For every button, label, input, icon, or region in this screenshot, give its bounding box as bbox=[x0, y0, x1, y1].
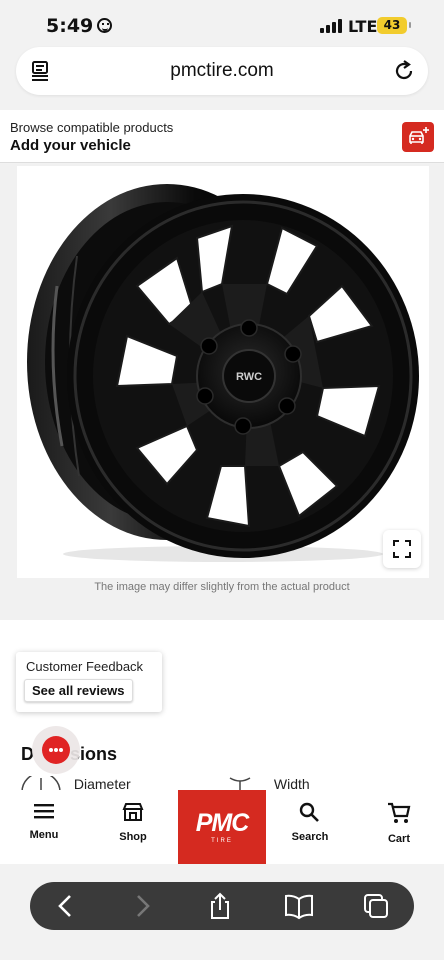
wheel-logo-text: RWC bbox=[236, 371, 262, 383]
share-icon[interactable] bbox=[206, 892, 234, 920]
url-text: pmctire.com bbox=[170, 60, 274, 81]
image-disclaimer: The image may differ slightly from the a… bbox=[94, 581, 350, 593]
back-icon[interactable] bbox=[52, 892, 80, 920]
pmc-tire-logo[interactable]: PMC TIRE bbox=[178, 790, 266, 864]
wheel-image: RWC bbox=[27, 184, 419, 562]
address-bar[interactable]: pmctire.com bbox=[16, 47, 428, 95]
tabs-icon[interactable] bbox=[362, 892, 390, 920]
chat-bubble-icon bbox=[42, 736, 70, 764]
nav-cart-label: Cart bbox=[387, 833, 410, 845]
nav-menu[interactable]: Menu bbox=[9, 802, 79, 841]
nav-cart[interactable]: Cart bbox=[364, 802, 434, 845]
nav-menu-label: Menu bbox=[29, 829, 59, 841]
reload-icon[interactable] bbox=[392, 59, 416, 83]
logo-text: PMC bbox=[195, 809, 250, 837]
search-icon bbox=[299, 802, 319, 822]
logo-subtext: TIRE bbox=[211, 838, 233, 844]
browser-toolbar bbox=[30, 882, 414, 930]
battery-indicator: 43 bbox=[377, 17, 411, 34]
expand-icon bbox=[393, 540, 411, 558]
fullscreen-button[interactable] bbox=[383, 530, 421, 568]
nav-shop[interactable]: Shop bbox=[98, 802, 168, 843]
chat-button[interactable] bbox=[32, 726, 80, 774]
feedback-title: Customer Feedback bbox=[26, 659, 144, 674]
signal-icon bbox=[320, 19, 342, 33]
vehicle-selector-bar[interactable]: Browse compatible products Add your vehi… bbox=[0, 110, 444, 163]
see-all-reviews-button[interactable]: See all reviews bbox=[24, 679, 133, 702]
smiley-icon bbox=[97, 18, 113, 33]
hamburger-icon bbox=[34, 804, 54, 819]
vehicle-title[interactable]: Add your vehicle bbox=[10, 137, 131, 154]
customer-feedback-card: Customer Feedback See all reviews bbox=[16, 652, 162, 712]
nav-shop-label: Shop bbox=[119, 831, 147, 843]
forward-icon[interactable] bbox=[128, 892, 156, 920]
product-image[interactable]: RWC bbox=[17, 166, 429, 578]
status-time: 5:49 bbox=[46, 15, 113, 37]
store-icon bbox=[122, 803, 144, 821]
status-bar: 5:49 LTE 43 bbox=[0, 0, 444, 48]
car-plus-icon bbox=[409, 127, 429, 144]
add-vehicle-button[interactable] bbox=[402, 122, 434, 152]
cart-icon bbox=[388, 802, 411, 823]
vehicle-subtitle: Browse compatible products bbox=[10, 120, 174, 135]
nav-search[interactable]: Search bbox=[275, 802, 345, 843]
network-label: LTE bbox=[348, 17, 378, 36]
nav-search-label: Search bbox=[291, 831, 329, 843]
bookmarks-icon[interactable] bbox=[284, 892, 314, 920]
